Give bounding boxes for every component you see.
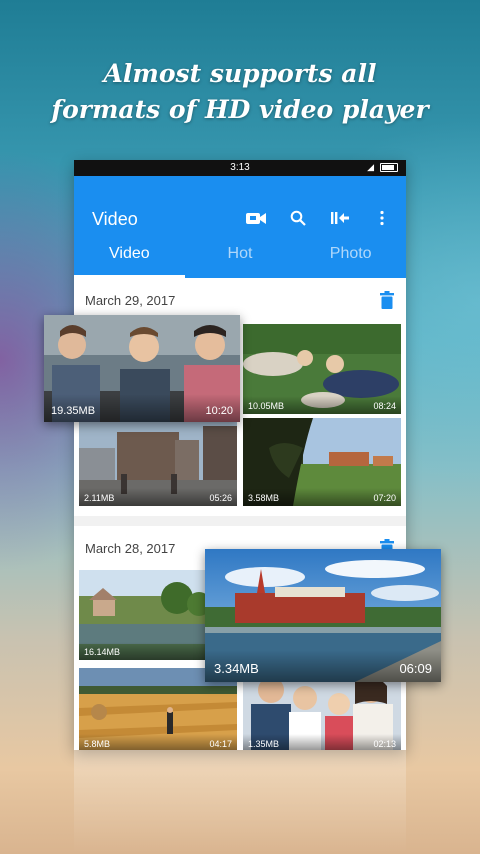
no-sim-icon: ◢ [367, 162, 374, 172]
search-icon[interactable] [286, 206, 310, 230]
video-duration: 04:17 [209, 739, 232, 749]
promo-headline: Almost supports all formats of HD video … [0, 56, 480, 128]
video-camera-icon[interactable] [244, 206, 268, 230]
video-duration: 10:20 [205, 405, 233, 417]
skip-back-icon[interactable] [328, 206, 352, 230]
tab-hot[interactable]: Hot [185, 232, 296, 278]
headline-line-2: formats of HD video player [51, 95, 429, 124]
video-duration: 05:26 [209, 493, 232, 503]
video-size: 5.8MB [84, 739, 111, 749]
featured-video-thumbnail[interactable]: 19.35MB 10:20 [44, 315, 240, 422]
video-duration: 07:20 [373, 493, 396, 503]
featured-video-thumbnail[interactable]: 3.34MB 06:09 [205, 549, 441, 682]
video-size: 16.14MB [84, 647, 121, 657]
video-thumbnail[interactable]: 3.58MB 07:20 [243, 418, 401, 506]
app-bar: Video Video Hot Photo [74, 176, 406, 278]
tab-video[interactable]: Video [74, 232, 185, 278]
trash-icon[interactable] [380, 291, 394, 314]
video-duration: 02:13 [373, 739, 396, 749]
video-size: 3.34MB [214, 661, 259, 676]
battery-icon [380, 163, 398, 172]
reflection [74, 750, 406, 854]
section-date-1: March 29, 2017 [85, 293, 176, 308]
more-vertical-icon[interactable] [370, 206, 394, 230]
app-title: Video [92, 209, 138, 229]
video-size: 3.58MB [248, 493, 280, 503]
video-size: 1.35MB [248, 739, 280, 749]
section-divider [74, 516, 406, 526]
headline-line-1: Almost supports all [103, 59, 377, 88]
video-size: 2.11MB [84, 493, 115, 503]
video-duration: 08:24 [373, 401, 396, 411]
status-time: 3:13 [230, 162, 250, 173]
video-size: 19.35MB [51, 405, 96, 417]
section-date-2: March 28, 2017 [85, 541, 176, 556]
status-bar: 3:13 ◢ [74, 160, 406, 176]
video-thumbnail[interactable]: 10.05MB 08:24 [243, 324, 401, 414]
tab-bar: Video Hot Photo [74, 232, 406, 278]
video-size: 10.05MB [248, 401, 285, 411]
video-thumbnail[interactable]: 2.11MB 05:26 [79, 418, 237, 506]
tab-photo[interactable]: Photo [295, 232, 406, 278]
video-duration: 06:09 [399, 661, 432, 676]
